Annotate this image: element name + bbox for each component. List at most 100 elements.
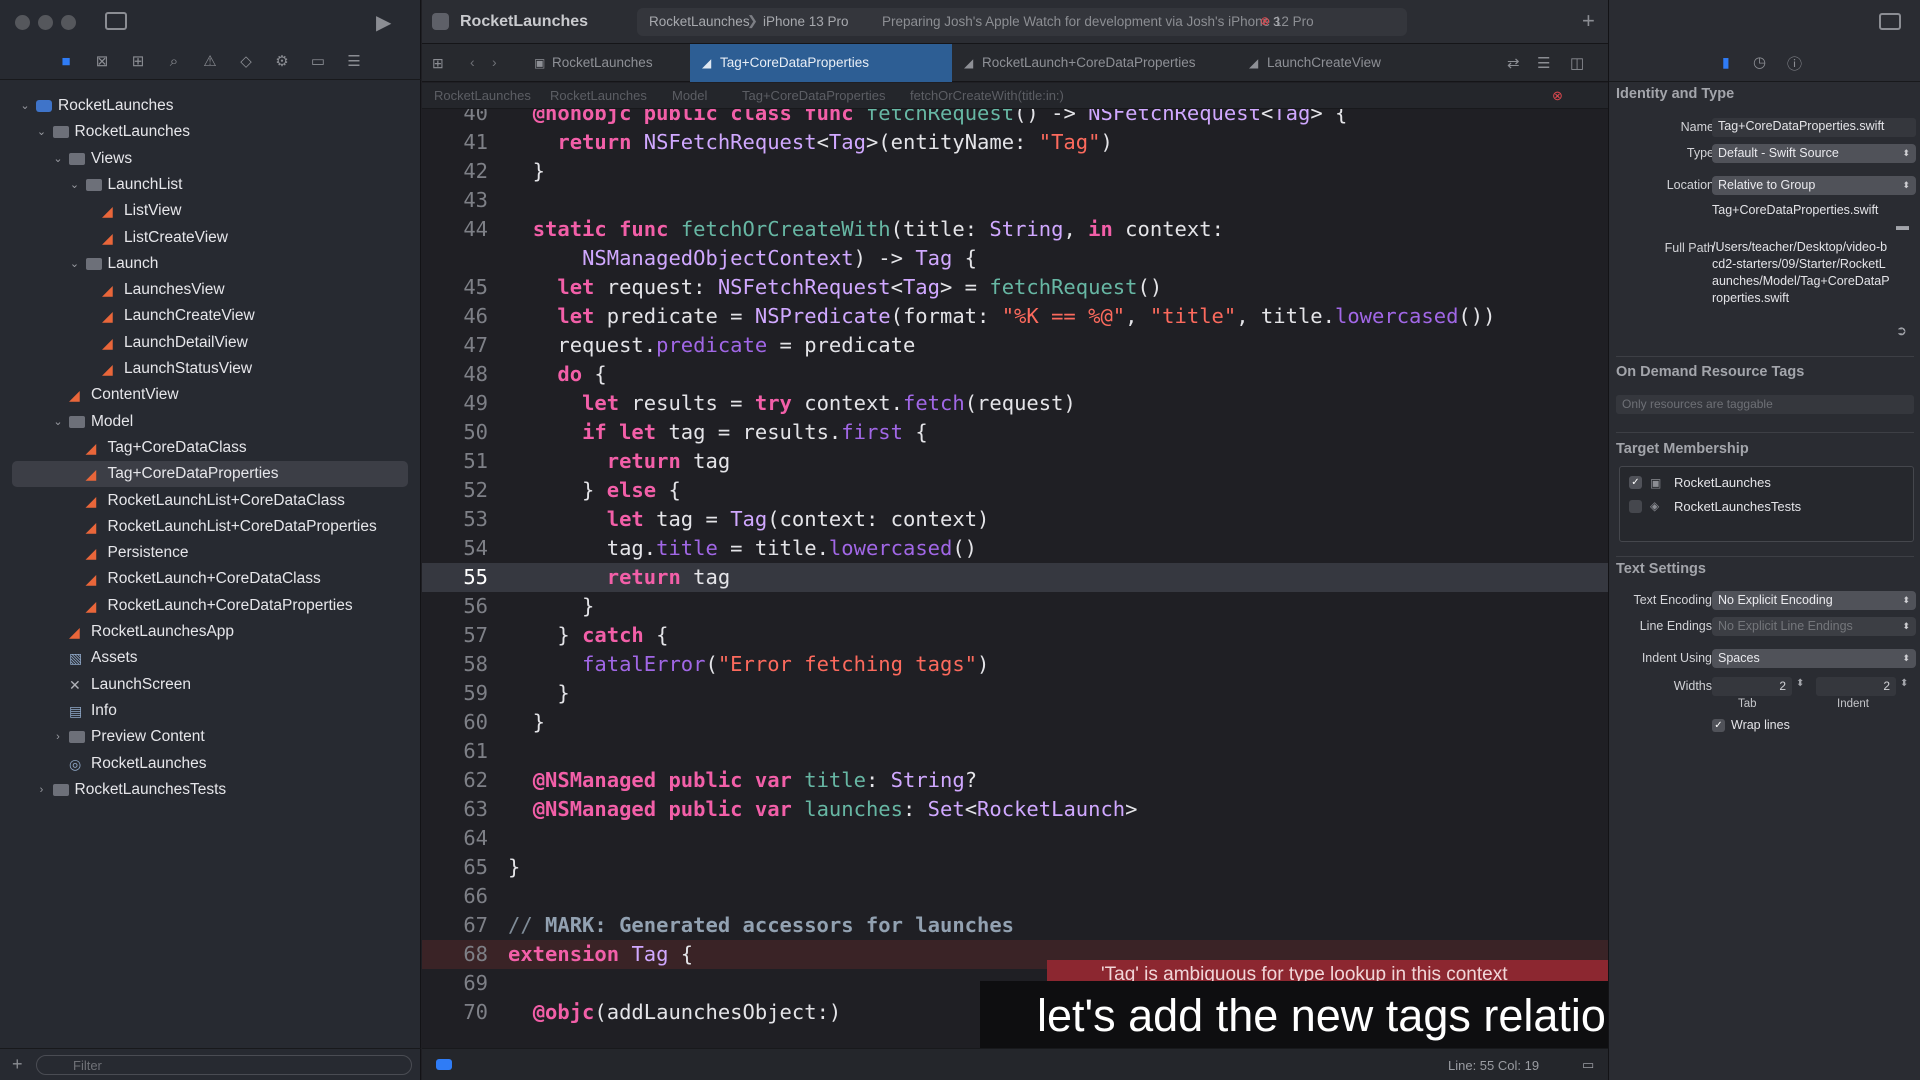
sidebar-toggle-icon[interactable] (105, 12, 127, 30)
swap-icon[interactable]: ⇄ (1507, 54, 1520, 72)
code-line[interactable]: 55 return tag (422, 563, 1608, 592)
code-line[interactable]: 42 } (422, 157, 1608, 186)
help-inspector-icon[interactable]: ⓘ (1787, 53, 1802, 74)
reveal-in-finder-icon[interactable]: ➲ (1896, 323, 1907, 339)
navigator-item[interactable]: ◢ RocketLaunchList+CoreDataProperties (0, 514, 421, 540)
navigator-item[interactable]: ▧ Assets (0, 645, 421, 671)
jump-bar-symbol[interactable]: fetchOrCreateWith(title:in:) (910, 83, 1064, 109)
navigator-item[interactable]: ⌄ RocketLaunches (0, 119, 421, 145)
tab-width-stepper-icon[interactable]: ⬍ (1796, 678, 1804, 689)
wrap-lines-checkbox[interactable]: ✓ (1712, 719, 1725, 732)
navigator-item[interactable]: ◢ LaunchCreateView (0, 303, 421, 329)
navigator-item[interactable]: ✕ LaunchScreen (0, 672, 421, 698)
code-line[interactable]: 51 return tag (422, 447, 1608, 476)
navigator-item[interactable]: ◢ Tag+CoreDataClass (0, 435, 421, 461)
disclosure-open-icon[interactable]: ⌄ (68, 251, 82, 277)
navigator-item[interactable]: ◢ RocketLaunchList+CoreDataClass (0, 488, 421, 514)
jump-bar[interactable]: RocketLaunches RocketLaunches Model Tag+… (422, 83, 1608, 109)
odr-tags-field[interactable]: Only resources are taggable (1616, 395, 1914, 414)
minimap-toggle-icon[interactable] (436, 1059, 452, 1070)
back-arrow-icon[interactable]: ‹ (470, 54, 475, 70)
navigator-item[interactable]: ◢ ListView (0, 198, 421, 224)
code-line[interactable]: 66 (422, 882, 1608, 911)
inspector-toggle-icon[interactable] (1879, 13, 1901, 30)
add-file-icon[interactable]: + (12, 1054, 23, 1075)
symbol-navigator-icon[interactable]: ⊞ (129, 53, 147, 71)
tab-width-field[interactable]: 2 (1712, 677, 1792, 696)
minimize-window-button[interactable] (38, 15, 53, 30)
close-window-button[interactable] (15, 15, 30, 30)
code-line[interactable]: 61 (422, 737, 1608, 766)
jump-bar-folder[interactable]: Model (672, 83, 707, 109)
code-line[interactable]: 41 return NSFetchRequest<Tag>(entityName… (422, 128, 1608, 157)
location-popup[interactable]: Relative to Group ⬍ (1712, 176, 1916, 195)
code-line[interactable]: 63 @NSManaged public var launches: Set<R… (422, 795, 1608, 824)
target-checkbox-rocketlaunches[interactable]: ✓ (1629, 476, 1642, 489)
line-endings-popup[interactable]: No Explicit Line Endings ⬍ (1712, 617, 1916, 636)
code-line[interactable]: 57 } catch { (422, 621, 1608, 650)
zoom-window-button[interactable] (61, 15, 76, 30)
indent-using-popup[interactable]: Spaces ⬍ (1712, 649, 1916, 668)
navigator-item[interactable]: ◢ Tag+CoreDataProperties (12, 461, 408, 488)
type-popup[interactable]: Default - Swift Source ⬍ (1712, 144, 1916, 163)
disclosure-closed-icon[interactable]: › (35, 777, 49, 803)
navigator-item[interactable]: ⌄ Launch (0, 251, 421, 277)
filter-input[interactable]: Filter (36, 1055, 412, 1075)
disclosure-open-icon[interactable]: ⌄ (35, 119, 49, 145)
report-navigator-icon[interactable]: ☰ (345, 53, 363, 71)
code-line[interactable]: 40 @nonobjc public class func fetchReque… (422, 109, 1608, 128)
add-tab-icon[interactable]: + (1582, 8, 1595, 34)
navigator-item[interactable]: ◢ RocketLaunchesApp (0, 619, 421, 645)
tab-rocketlaunch-coredataproperties[interactable]: ◢ RocketLaunch+CoreDataProperties (952, 44, 1237, 82)
code-line[interactable]: 48 do { (422, 360, 1608, 389)
navigator-item[interactable]: ⌄ Model (0, 409, 421, 435)
split-editor-icon[interactable]: ◫ (1570, 54, 1584, 72)
navigator-item[interactable]: ◢ LaunchesView (0, 277, 421, 303)
code-line[interactable]: 65} (422, 853, 1608, 882)
encoding-popup[interactable]: No Explicit Encoding ⬍ (1712, 591, 1916, 610)
jump-bar-group[interactable]: RocketLaunches (550, 83, 647, 109)
jump-bar-project[interactable]: RocketLaunches (434, 83, 531, 109)
code-line[interactable]: 52 } else { (422, 476, 1608, 505)
navigator-item[interactable]: ▤ Info (0, 698, 421, 724)
navigator-item[interactable]: ◢ ContentView (0, 382, 421, 408)
activity-viewer[interactable]: RocketLaunches ❯ iPhone 13 Pro Preparing… (637, 8, 1407, 36)
code-line[interactable]: 50 if let tag = results.first { (422, 418, 1608, 447)
related-items-icon[interactable]: ⊞ (432, 55, 444, 72)
issue-indicator-icon[interactable]: ⊗ (1552, 83, 1563, 109)
disclosure-closed-icon[interactable]: › (51, 724, 65, 750)
navigator-item[interactable]: ⌄ Views (0, 146, 421, 172)
folder-icon[interactable]: ▬ (1896, 218, 1909, 233)
tab-launchcreateview[interactable]: ◢ LaunchCreateView (1237, 44, 1427, 82)
editor-options-icon[interactable]: ☰ (1537, 54, 1550, 72)
code-line[interactable]: 53 let tag = Tag(context: context) (422, 505, 1608, 534)
issue-navigator-icon[interactable]: ⚠ (201, 53, 219, 71)
navigator-item[interactable]: ◢ RocketLaunch+CoreDataClass (0, 566, 421, 592)
navigator-item[interactable]: › Preview Content (0, 724, 421, 750)
name-field[interactable]: Tag+CoreDataProperties.swift (1712, 118, 1916, 137)
disclosure-open-icon[interactable]: ⌄ (68, 172, 82, 198)
canvas-toggle-icon[interactable]: ▭ (1582, 1057, 1594, 1073)
navigator-item[interactable]: ⌄ LaunchList (0, 172, 421, 198)
navigator-item[interactable]: ◢ RocketLaunch+CoreDataProperties (0, 593, 421, 619)
tab-rocketlaunches[interactable]: ▣ RocketLaunches (522, 44, 690, 82)
code-line[interactable]: 60 } (422, 708, 1608, 737)
code-line[interactable]: 56 } (422, 592, 1608, 621)
code-line[interactable]: 54 tag.title = title.lowercased() (422, 534, 1608, 563)
code-line[interactable]: 64 (422, 824, 1608, 853)
code-line[interactable]: NSManagedObjectContext) -> Tag { (422, 244, 1608, 273)
indent-width-field[interactable]: 2 (1816, 677, 1896, 696)
code-line[interactable]: 58 fatalError("Error fetching tags") (422, 650, 1608, 679)
code-line[interactable]: 45 let request: NSFetchRequest<Tag> = fe… (422, 273, 1608, 302)
debug-navigator-icon[interactable]: ⚙ (273, 53, 291, 71)
code-line[interactable]: 67 // MARK: Generated accessors for launc… (422, 911, 1608, 940)
disclosure-open-icon[interactable]: ⌄ (51, 146, 65, 172)
forward-arrow-icon[interactable]: › (492, 54, 497, 70)
code-line[interactable]: 62 @NSManaged public var title: String? (422, 766, 1608, 795)
folder-navigator-icon[interactable]: ■ (57, 53, 75, 71)
navigator-item[interactable]: › RocketLaunchesTests (0, 777, 421, 803)
breakpoint-navigator-icon[interactable]: ▭ (309, 53, 327, 71)
code-line[interactable]: 44 static func fetchOrCreateWith(title: … (422, 215, 1608, 244)
error-count[interactable]: 3 (1273, 14, 1280, 29)
code-area[interactable]: 40 @nonobjc public class func fetchReque… (422, 109, 1608, 1045)
